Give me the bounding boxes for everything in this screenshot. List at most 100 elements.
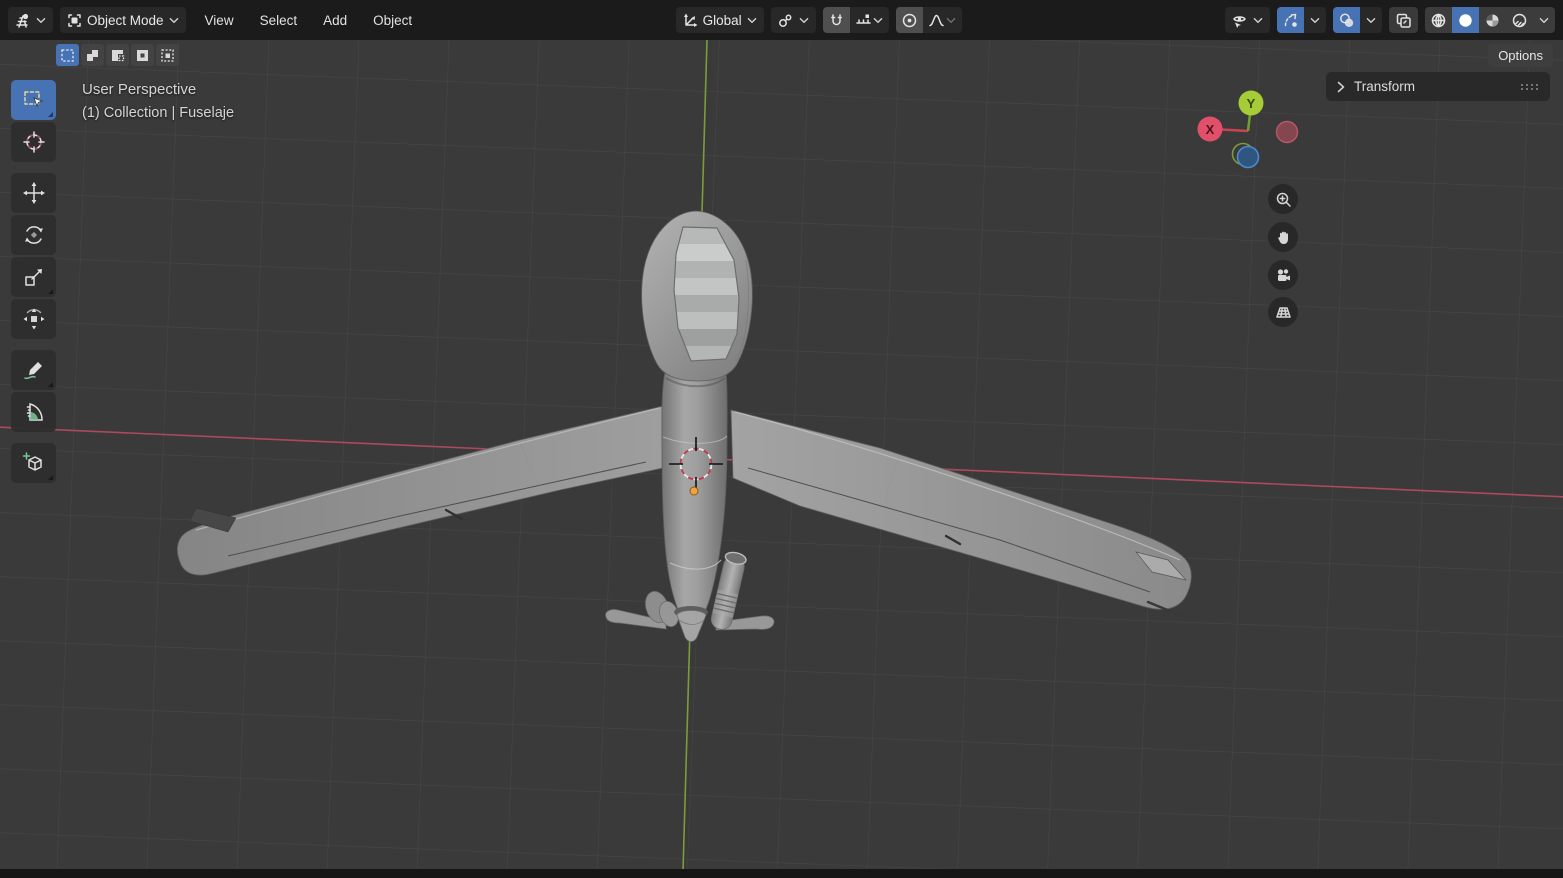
gizmos-toggle[interactable]: [1277, 7, 1304, 33]
toolbar: [11, 80, 57, 485]
chevron-down-icon: [872, 16, 884, 25]
overlays-toggle[interactable]: [1333, 7, 1360, 33]
menu-bar: View Select Add Object: [205, 13, 413, 28]
select-mode-extend[interactable]: [81, 44, 104, 66]
snap-toggle-button[interactable]: [823, 7, 850, 33]
shading-solid-button[interactable]: [1452, 7, 1479, 33]
chevron-down-icon: [1309, 16, 1321, 25]
cursor-3d-icon: [22, 130, 46, 154]
options-button[interactable]: Options: [1488, 44, 1553, 67]
camera-view-button[interactable]: [1268, 260, 1298, 290]
proportional-edit-group: [896, 7, 962, 33]
mode-label: Object Mode: [87, 13, 164, 28]
annotate-pencil-icon: [22, 358, 46, 382]
navigation-gizmo[interactable]: Y X: [1190, 84, 1310, 179]
transform-orientation-dropdown[interactable]: Global: [676, 7, 764, 33]
chevron-down-icon: [798, 16, 810, 25]
select-mode-set[interactable]: [56, 44, 79, 66]
scale-icon: [22, 265, 46, 289]
uav-nose: [642, 211, 753, 381]
chevron-down-icon: [1538, 16, 1550, 25]
orientation-global-icon: [682, 12, 699, 29]
chevron-down-icon: [35, 16, 47, 25]
overlays-icon: [1338, 12, 1355, 29]
chevron-down-icon: [1252, 16, 1264, 25]
tool-scale[interactable]: [11, 257, 56, 297]
gizmo-axis-x-neg[interactable]: [1277, 122, 1298, 143]
gizmo-axis-y[interactable]: Y: [1239, 91, 1264, 116]
tool-cursor[interactable]: [11, 122, 56, 162]
menu-object[interactable]: Object: [373, 13, 412, 28]
gizmo-axis-x[interactable]: X: [1198, 117, 1223, 142]
overlays-dropdown[interactable]: [1360, 7, 1382, 33]
drag-grip-icon[interactable]: [1520, 82, 1540, 92]
show-hide-dropdown[interactable]: [1225, 7, 1270, 33]
measure-icon: [22, 400, 46, 424]
chevron-right-icon: [1336, 81, 1346, 93]
sidebar-transform-panel[interactable]: Transform: [1326, 72, 1550, 101]
tool-transform[interactable]: [11, 299, 56, 339]
viewport-header: Object Mode View Select Add Object Globa…: [0, 0, 1563, 40]
menu-select[interactable]: Select: [260, 13, 298, 28]
transform-icon: [22, 307, 46, 331]
object-origin-dot[interactable]: [690, 487, 698, 495]
snapping-group: [823, 7, 889, 33]
viewport-3d[interactable]: [0, 0, 1563, 878]
mode-dropdown[interactable]: Object Mode: [60, 7, 186, 33]
shading-material-button[interactable]: [1479, 7, 1506, 33]
status-bar: [0, 869, 1563, 878]
tool-select-box[interactable]: [11, 80, 56, 120]
editor-3d-viewport-icon: [14, 12, 31, 29]
chevron-down-icon: [168, 16, 180, 25]
ortho-grid-icon: [1275, 304, 1292, 321]
menu-add[interactable]: Add: [323, 13, 347, 28]
move-icon: [22, 181, 46, 205]
xray-toggle[interactable]: [1389, 7, 1418, 33]
shading-rendered-button[interactable]: [1506, 7, 1533, 33]
shading-rendered-icon: [1511, 12, 1528, 29]
zoom-icon: [1275, 191, 1292, 208]
proportional-falloff-dropdown[interactable]: [923, 7, 962, 33]
shading-group: [1425, 7, 1555, 33]
svg-text:X: X: [1206, 122, 1215, 137]
gizmo-icon: [1282, 12, 1299, 29]
rotate-icon: [22, 223, 46, 247]
visibility-eye-icon: [1231, 12, 1248, 29]
perspective-toggle-button[interactable]: [1268, 297, 1298, 327]
shading-solid-icon: [1457, 12, 1474, 29]
chevron-down-icon: [1365, 16, 1377, 25]
shading-material-icon: [1484, 12, 1501, 29]
pivot-point-dropdown[interactable]: [771, 7, 816, 33]
menu-view[interactable]: View: [205, 13, 234, 28]
proportional-edit-toggle[interactable]: [896, 7, 923, 33]
pivot-point-icon: [777, 12, 794, 29]
tool-annotate[interactable]: [11, 350, 56, 390]
shading-wireframe-button[interactable]: [1425, 7, 1452, 33]
select-mode-subtract[interactable]: [106, 44, 129, 66]
zoom-button[interactable]: [1268, 184, 1298, 214]
add-cube-icon: [22, 451, 46, 475]
hand-icon: [1275, 229, 1292, 246]
pan-button[interactable]: [1268, 222, 1298, 252]
tool-add-cube[interactable]: [11, 443, 56, 483]
editor-type-button[interactable]: [8, 7, 53, 33]
select-mode-group: [56, 44, 179, 66]
shading-wireframe-icon: [1430, 12, 1447, 29]
snap-target-dropdown[interactable]: [850, 7, 889, 33]
tool-measure[interactable]: [11, 392, 56, 432]
gizmo-axis-z[interactable]: [1238, 147, 1259, 168]
tool-rotate[interactable]: [11, 215, 56, 255]
orientation-label: Global: [703, 13, 742, 28]
select-mode-invert[interactable]: [131, 44, 154, 66]
overlays-group: [1333, 7, 1382, 33]
object-mode-icon: [66, 12, 83, 29]
tool-move[interactable]: [11, 173, 56, 213]
proportional-editing-icon: [901, 12, 918, 29]
panel-title: Transform: [1354, 79, 1520, 94]
shading-dropdown[interactable]: [1533, 7, 1555, 33]
chevron-down-icon: [746, 16, 758, 25]
select-mode-intersect[interactable]: [156, 44, 179, 66]
xray-icon: [1395, 12, 1412, 29]
gizmos-dropdown[interactable]: [1304, 7, 1326, 33]
magnet-icon: [828, 12, 845, 29]
